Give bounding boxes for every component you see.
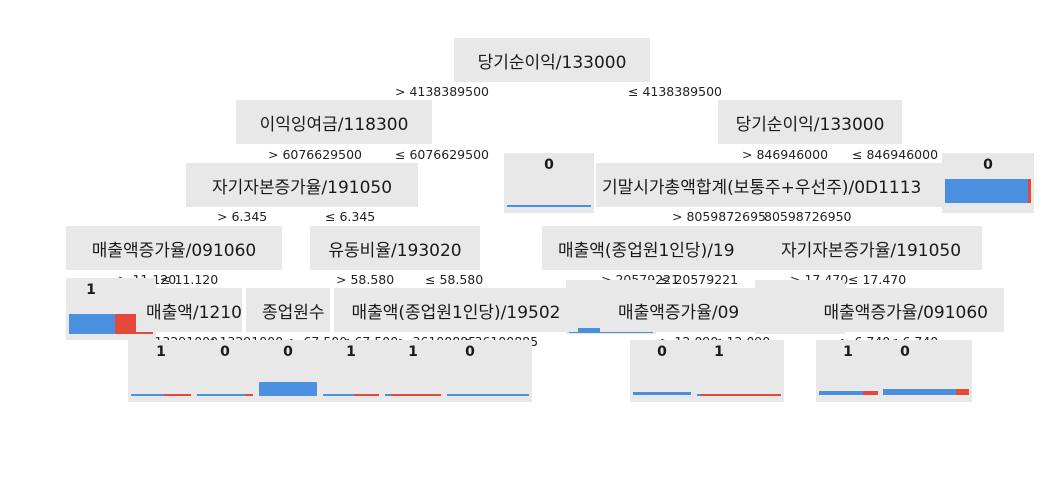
leaf-class1-bar xyxy=(863,391,878,395)
tree-node: 종업원수 xyxy=(246,288,330,332)
leaf-class0-bar xyxy=(447,394,529,396)
tree-node: 매출액(종업원1인당)/19502 xyxy=(334,288,578,332)
edge-label: ≤ 4138389500 xyxy=(628,84,722,99)
leaf-class1-bar xyxy=(164,394,191,396)
tree-node: 기말시가총액합계(보통주+우선주)/0D1113 xyxy=(596,163,942,207)
tree-node: 매출액증가율/091060 xyxy=(66,226,282,270)
tree-node: 매출액(종업원1인당)/19 xyxy=(542,226,762,270)
leaf-class-label: 1 xyxy=(346,344,356,360)
edge-label: > 8059872695 xyxy=(672,209,766,224)
leaf-class-label: 0 xyxy=(220,344,230,360)
leaf-class-label: 0 xyxy=(657,344,667,360)
edge-label: ≤ 20579221 xyxy=(660,272,739,287)
edge-label: ≤ 17.470 xyxy=(848,272,907,287)
tree-node: 자기자본증가율/191050 xyxy=(186,163,418,207)
leaf-class0-bar xyxy=(819,391,863,395)
leaf-class-label: 1 xyxy=(714,344,724,360)
edge-label: ≤ 6076629500 xyxy=(395,147,489,162)
leaf-node: 1 xyxy=(816,340,880,402)
leaf-class1-bar xyxy=(354,394,379,396)
leaf-class-label: 0 xyxy=(983,157,993,173)
leaf-class-label: 1 xyxy=(156,344,166,360)
edge-label: > 6076629500 xyxy=(268,147,362,162)
leaf-node: 1 xyxy=(694,340,784,402)
leaf-node: 0 xyxy=(942,153,1034,213)
leaf-class0-bar xyxy=(197,394,245,396)
leaf-class-label: 1 xyxy=(843,344,853,360)
leaf-node: 0 xyxy=(880,340,972,402)
leaf-node: 1 xyxy=(128,340,194,402)
leaf-node: 0 xyxy=(194,340,256,402)
leaf-node: 0 xyxy=(504,153,594,213)
leaf-node: 0 xyxy=(630,340,694,402)
leaf-class0-bar xyxy=(323,394,354,396)
edge-label: 80598726950 xyxy=(764,209,852,224)
leaf-class0-bar xyxy=(633,392,691,395)
leaf-class0-bar xyxy=(69,314,115,334)
leaf-class0-bar xyxy=(883,389,956,395)
edge-label: ≤ 6.345 xyxy=(325,209,376,224)
edge-label: ≤ 846946000 xyxy=(852,147,939,162)
leaf-class0-bar xyxy=(945,179,1028,203)
edge-label: > 846946000 xyxy=(742,147,829,162)
leaf-node: 0 xyxy=(444,340,532,402)
tree-node: 당기순이익/133000 xyxy=(718,100,902,144)
tree-node: 이익잉여금/118300 xyxy=(236,100,432,144)
leaf-class1-bar xyxy=(701,394,781,396)
edge-label: ≤ 11.120 xyxy=(160,272,219,287)
edge-label: > 4138389500 xyxy=(395,84,489,99)
leaf-node: 1 xyxy=(320,340,382,402)
leaf-class0-bar xyxy=(259,382,317,396)
leaf-class1-bar xyxy=(391,394,441,396)
leaf-class-label: 0 xyxy=(465,344,475,360)
leaf-class1-bar xyxy=(1028,179,1031,203)
tree-node: 자기자본증가율/191050 xyxy=(760,226,982,270)
leaf-class1-bar xyxy=(245,394,253,396)
edge-label: > 6.345 xyxy=(217,209,268,224)
edge-label: ≤ 58.580 xyxy=(425,272,484,287)
leaf-node: 1 xyxy=(382,340,444,402)
tree-node: 매출액증가율/091060 xyxy=(752,288,1004,332)
tree-node: 유동비율/193020 xyxy=(310,226,480,270)
tree-node: 매출액/1210 xyxy=(136,288,242,332)
leaf-node: 0 xyxy=(256,340,320,402)
leaf-class0-bar xyxy=(131,394,164,396)
decision-tree: > 4138389500 ≤ 4138389500 > 6076629500 ≤… xyxy=(0,0,1064,477)
leaf-class-label: 0 xyxy=(544,157,554,173)
leaf-class-label: 1 xyxy=(408,344,418,360)
leaf-class-label: 0 xyxy=(283,344,293,360)
leaf-class-label: 0 xyxy=(900,344,910,360)
leaf-class1-bar xyxy=(956,389,969,395)
leaf-class0-bar xyxy=(507,205,591,207)
edge-label: > 58.580 xyxy=(336,272,395,287)
tree-node: 당기순이익/133000 xyxy=(454,38,650,82)
tree-node: 매출액증가율/09 xyxy=(600,288,752,332)
